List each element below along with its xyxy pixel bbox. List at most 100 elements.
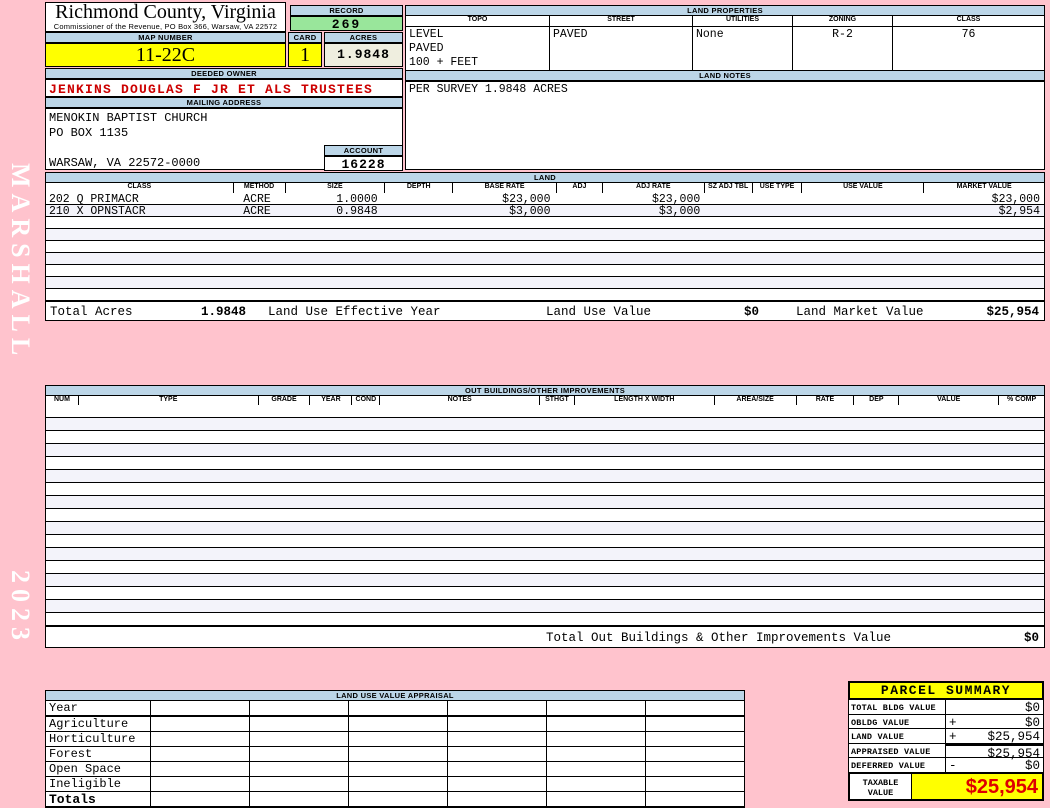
land-use-appraisal-cell	[547, 777, 646, 791]
land-use-appraisal-cell	[349, 762, 448, 776]
land-use-appraisal-cell	[547, 717, 646, 731]
parcel-summary-row: TOTAL BLDG VALUE $0	[849, 700, 1043, 715]
land-cell	[554, 205, 602, 216]
land-empty-row	[46, 229, 1044, 241]
land-use-appraisal-cell	[547, 701, 646, 715]
land-use-appraisal-cell	[448, 777, 547, 791]
land-cell: 0.9848	[336, 205, 378, 218]
parcel-summary-row-value: + $0	[946, 715, 1043, 730]
taxable-value-row: TAXABLE VALUE $25,954	[848, 772, 1044, 801]
out-buildings-empty-row	[46, 509, 1044, 522]
land-data-row: 202 Q PRIMACR ACRE 1.0000 $23,000 $23,000 $23…	[46, 193, 1044, 206]
land-column-header: SIZE	[285, 183, 386, 193]
land-use-appraisal-row: Agriculture	[46, 717, 744, 732]
land-empty-row	[46, 217, 1044, 229]
out-buildings-column-header: COND	[352, 396, 381, 405]
land-properties-title: LAND PROPERTIES	[405, 5, 1045, 16]
topo-line: PAVED	[409, 42, 444, 55]
out-buildings-column-header: NUM	[46, 396, 79, 405]
county-subtitle: Commissioner of the Revenue, PO Box 366,…	[53, 22, 278, 31]
out-buildings-totals-row: Total Out Buildings & Other Improvements…	[45, 626, 1045, 648]
land-table-body: 202 Q PRIMACR ACRE 1.0000 $23,000 $23,000 $23…	[45, 193, 1045, 301]
land-column-header: ADJ	[556, 183, 603, 193]
land-use-appraisal-cell	[151, 717, 250, 731]
out-buildings-column-header: LENGTH X WIDTH	[574, 396, 715, 405]
land-use-appraisal-cell	[349, 777, 448, 791]
class-value: 76	[961, 28, 976, 41]
land-use-appraisal-row: Ineligible	[46, 777, 744, 792]
record-label: RECORD	[290, 5, 403, 16]
parcel-summary-row: APPRAISED VALUE $25,954	[849, 743, 1043, 761]
land-cell	[804, 205, 925, 216]
out-buildings-empty-row	[46, 574, 1044, 587]
parcel-summary-amount: $0	[1024, 701, 1040, 715]
land-use-appraisal-cell	[646, 717, 744, 731]
parcel-summary: PARCEL SUMMARY TOTAL BLDG VALUE $0 OBLDG V…	[848, 681, 1044, 801]
parcel-summary-amount: $0	[1024, 759, 1040, 774]
land-cell	[753, 205, 804, 216]
out-buildings-empty-row	[46, 522, 1044, 535]
out-buildings-empty-row	[46, 444, 1044, 457]
out-buildings-column-header: AREA/SIZE	[714, 396, 797, 405]
land-properties-section: LAND PROPERTIES TOPO STREET UTILITIES ZONIN…	[405, 5, 1045, 71]
land-use-appraisal-row-label: Agriculture	[46, 717, 151, 731]
out-buildings-empty-row	[46, 496, 1044, 509]
out-buildings-empty-row	[46, 587, 1044, 600]
card-label: CARD	[288, 32, 322, 43]
out-buildings-column-header: NOTES	[380, 396, 541, 405]
parcel-summary-amount: $25,954	[987, 730, 1040, 745]
land-use-appraisal-cell	[646, 732, 744, 746]
land-use-appraisal-cell	[349, 701, 448, 715]
land-use-appraisal-cell	[250, 747, 349, 761]
land-use-appraisal-row-label: Year	[46, 701, 151, 715]
county-title: Richmond County, Virginia	[55, 1, 276, 23]
parcel-summary-row-label: TOTAL BLDG VALUE	[849, 700, 946, 715]
account-value: 16228	[324, 156, 403, 172]
parcel-summary-row: DEFERRED VALUE - $0	[849, 758, 1043, 773]
land-empty-row	[46, 253, 1044, 265]
map-number-value: 11-22C	[45, 43, 286, 67]
land-column-header: DEPTH	[385, 183, 454, 193]
sidebar-vertical-name: MARSHALL	[6, 163, 35, 362]
land-use-appraisal-cell	[646, 701, 744, 715]
land-cell: $3,000	[509, 205, 551, 218]
land-totals-row: Total Acres 1.9848 Land Use Effective Ye…	[45, 301, 1045, 321]
parcel-summary-row-value: $25,954	[946, 743, 1043, 761]
land-use-appraisal-cell	[448, 717, 547, 731]
mailing-address-line: PO BOX 1135	[49, 126, 129, 140]
out-buildings-column-headers: NUM TYPE GRADE YEAR COND NOTES STHGT LENGTH X W…	[45, 396, 1045, 405]
land-properties-column-headers: TOPO STREET UTILITIES ZONING CLASS	[405, 16, 1045, 26]
out-buildings-total-value: $0	[1023, 631, 1039, 645]
out-buildings-empty-row	[46, 613, 1044, 626]
land-cell: $2,954	[998, 205, 1040, 218]
mailing-address-line: MENOKIN BAPTIST CHURCH	[49, 111, 208, 125]
record-value: 269	[290, 16, 403, 32]
land-properties-column-header: UTILITIES	[693, 16, 793, 26]
out-buildings-total-label: Total Out Buildings & Other Improvements…	[546, 631, 892, 645]
land-empty-row	[46, 241, 1044, 253]
out-buildings-column-header: TYPE	[78, 396, 259, 405]
acres-label: ACRES	[324, 32, 403, 43]
land-column-header: USE TYPE	[752, 183, 803, 193]
parcel-summary-amount: $0	[1024, 715, 1040, 730]
out-buildings-empty-row	[46, 548, 1044, 561]
account-box: ACCOUNT 16228	[324, 145, 403, 172]
land-cell	[704, 205, 753, 216]
land-cell: $23,000	[991, 193, 1040, 206]
parcel-summary-title: PARCEL SUMMARY	[848, 681, 1044, 700]
land-use-appraisal-cell	[151, 732, 250, 746]
land-use-appraisal-cell	[250, 777, 349, 791]
parcel-summary-sign: +	[949, 730, 957, 745]
land-market-value-label: Land Market Value	[796, 305, 924, 319]
land-cell: $3,000	[658, 205, 701, 218]
land-cell: ACRE	[243, 205, 271, 218]
out-buildings-empty-row	[46, 431, 1044, 444]
land-use-appraisal-row: Open Space	[46, 762, 744, 777]
acres-value: 1.9848	[324, 43, 403, 67]
land-empty-row	[46, 289, 1044, 301]
land-cell: $23,000	[651, 193, 701, 206]
land-use-appraisal-cell	[448, 701, 547, 715]
land-use-appraisal-row: Year	[46, 701, 744, 717]
land-use-appraisal-cell	[250, 762, 349, 776]
land-use-appraisal-row-label: Forest	[46, 747, 151, 761]
